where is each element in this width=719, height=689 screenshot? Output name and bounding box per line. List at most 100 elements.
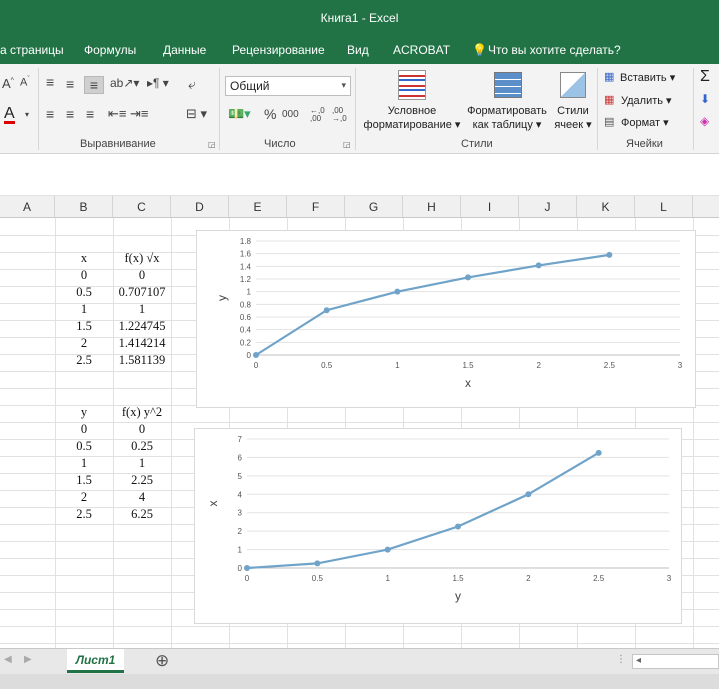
table2-cell[interactable]: 0 xyxy=(113,421,171,438)
font-color-dropdown-icon[interactable]: ▾ xyxy=(25,110,29,119)
orientation-icon[interactable]: ab↗▾ xyxy=(110,76,139,90)
table2-cell[interactable]: 1 xyxy=(113,455,171,472)
column-header-a[interactable]: A xyxy=(0,196,55,218)
clear-icon[interactable]: ◈ xyxy=(700,114,709,128)
delete-button[interactable]: Удалить ▾ xyxy=(621,94,672,108)
cell-styles-button[interactable]: Стили ячеек ▾ xyxy=(550,104,596,132)
table2-cell[interactable]: 1 xyxy=(55,455,113,472)
percent-style-icon[interactable]: % xyxy=(264,106,276,122)
grow-font-icon[interactable]: A^ xyxy=(2,76,14,91)
align-right-icon[interactable]: ≡ xyxy=(86,106,94,122)
tab-review[interactable]: Рецензирование xyxy=(232,43,325,57)
dialog-launcher-icon[interactable]: ◲ xyxy=(208,140,216,149)
tab-page-layout[interactable]: а страницы xyxy=(0,43,64,57)
format-cells-icon[interactable]: ▤ xyxy=(604,115,614,128)
cell-styles-icon[interactable] xyxy=(560,72,586,98)
fill-icon[interactable]: ⬇ xyxy=(700,92,710,106)
insert-cells-icon[interactable]: ▦ xyxy=(604,70,614,83)
table2-header-y[interactable]: y xyxy=(55,404,113,421)
chart-sqrt[interactable]: 0 0.2 0.4 0.6 0.8 1 1.2 1.4 1.6 1.8 0 0.5 1 1.5 2 2.5 3 x… xyxy=(196,230,696,408)
column-header-b[interactable]: B xyxy=(55,196,113,218)
increase-indent-icon[interactable]: ⇥≡ xyxy=(130,106,148,122)
column-header-j[interactable]: J xyxy=(519,196,577,218)
table2-cell[interactable]: 2.25 xyxy=(113,472,171,489)
column-header-partial xyxy=(693,196,719,218)
align-center-icon[interactable]: ≡ xyxy=(66,106,74,122)
align-middle-icon[interactable]: ≡ xyxy=(66,76,74,92)
table1-cell[interactable]: 2.5 xyxy=(55,352,113,369)
conditional-formatting-button[interactable]: Условное форматирование ▾ xyxy=(362,104,462,132)
text-direction-icon[interactable]: ▸¶ ▾ xyxy=(147,76,169,90)
table2-cell[interactable]: 2.5 xyxy=(55,506,113,523)
column-header-e[interactable]: E xyxy=(229,196,287,218)
table1-cell[interactable]: 1 xyxy=(55,301,113,318)
chart-square[interactable]: 0 1 2 3 4 5 6 7 0 0.5 1 1.5 2 2.5 3 y x xyxy=(194,428,682,624)
number-format-dropdown[interactable]: Общий ▾ xyxy=(225,76,351,96)
x-tick-label: 1 xyxy=(385,574,390,583)
table2-cell[interactable]: 0 xyxy=(55,421,113,438)
table1-cell[interactable]: 1.5 xyxy=(55,318,113,335)
column-header-l[interactable]: L xyxy=(635,196,693,218)
comma-style-icon[interactable]: 000 xyxy=(282,109,299,120)
currency-icon[interactable]: 💵▾ xyxy=(228,106,251,122)
column-header-f[interactable]: F xyxy=(287,196,345,218)
table1-cell[interactable]: 0 xyxy=(55,267,113,284)
table2-cell[interactable]: 4 xyxy=(113,489,171,506)
font-color-icon[interactable]: A xyxy=(4,106,15,124)
table1-cell[interactable]: 0.5 xyxy=(55,284,113,301)
scroll-left-icon[interactable]: ◀ xyxy=(4,654,12,665)
delete-cells-icon[interactable]: ▦ xyxy=(604,93,614,106)
format-as-table-icon[interactable] xyxy=(494,72,522,98)
scroll-left-icon[interactable]: ◂ xyxy=(636,655,641,666)
column-header-g[interactable]: G xyxy=(345,196,403,218)
increase-decimal-icon[interactable]: ←,0 ,00 xyxy=(310,107,328,123)
align-bottom-icon[interactable]: ≡ xyxy=(84,76,104,94)
scroll-right-icon[interactable]: ▶ xyxy=(24,654,32,665)
sheet-tab-list1[interactable]: Лист1 xyxy=(67,649,124,673)
conditional-formatting-icon[interactable] xyxy=(398,70,426,100)
tab-split-handle[interactable]: ⋮ xyxy=(616,654,626,665)
add-sheet-icon[interactable]: ⊕ xyxy=(155,651,169,671)
data-point xyxy=(606,251,613,258)
tab-formulas[interactable]: Формулы xyxy=(84,43,136,57)
shrink-font-icon[interactable]: Aˇ xyxy=(20,76,30,89)
table1-header-x[interactable]: x xyxy=(55,250,113,267)
column-header-h[interactable]: H xyxy=(403,196,461,218)
y-tick-label: 7 xyxy=(238,435,243,444)
autosum-icon[interactable]: Σ xyxy=(700,68,710,86)
format-as-table-button[interactable]: Форматировать как таблицу ▾ xyxy=(464,104,550,132)
table1-cell[interactable]: 0 xyxy=(113,267,171,284)
column-header-c[interactable]: C xyxy=(113,196,171,218)
column-header-i[interactable]: I xyxy=(461,196,519,218)
table1-cell[interactable]: 1 xyxy=(113,301,171,318)
align-left-icon[interactable]: ≡ xyxy=(46,106,54,122)
tab-acrobat[interactable]: ACROBAT xyxy=(393,43,450,57)
table2-cell[interactable]: 2 xyxy=(55,489,113,506)
decrease-decimal-icon[interactable]: ,00 →,0 xyxy=(332,107,350,123)
table2-header-fy[interactable]: f(x) y^2 xyxy=(113,404,171,421)
align-top-icon[interactable]: ≡ xyxy=(46,74,54,90)
table1-cell[interactable]: 1.414214 xyxy=(113,335,171,352)
table1-cell[interactable]: 2 xyxy=(55,335,113,352)
worksheet-grid[interactable]: A B C D E F G H I J K L x f(x) √x 0 0 0.… xyxy=(0,196,719,648)
table2-cell[interactable]: 0.25 xyxy=(113,438,171,455)
table1-header-fx[interactable]: f(x) √x xyxy=(113,250,171,267)
table1-cell[interactable]: 1.581139 xyxy=(113,352,171,369)
horizontal-scrollbar[interactable]: ◂ xyxy=(632,654,719,669)
tab-data[interactable]: Данные xyxy=(163,43,206,57)
table2-cell[interactable]: 1.5 xyxy=(55,472,113,489)
tab-view[interactable]: Вид xyxy=(347,43,369,57)
dialog-launcher-icon[interactable]: ◲ xyxy=(343,140,351,149)
wrap-text-icon[interactable]: ⤶ xyxy=(188,76,196,93)
table1-cell[interactable]: 0.707107 xyxy=(113,284,171,301)
decrease-indent-icon[interactable]: ⇤≡ xyxy=(108,106,126,122)
tell-me-search[interactable]: Что вы хотите сделать? xyxy=(488,43,621,57)
merge-center-icon[interactable]: ⊟ ▾ xyxy=(186,106,207,122)
table2-cell[interactable]: 0.5 xyxy=(55,438,113,455)
table1-cell[interactable]: 1.224745 xyxy=(113,318,171,335)
table2-cell[interactable]: 6.25 xyxy=(113,506,171,523)
column-header-d[interactable]: D xyxy=(171,196,229,218)
format-button[interactable]: Формат ▾ xyxy=(621,116,669,130)
insert-button[interactable]: Вставить ▾ xyxy=(620,71,675,85)
column-header-k[interactable]: K xyxy=(577,196,635,218)
